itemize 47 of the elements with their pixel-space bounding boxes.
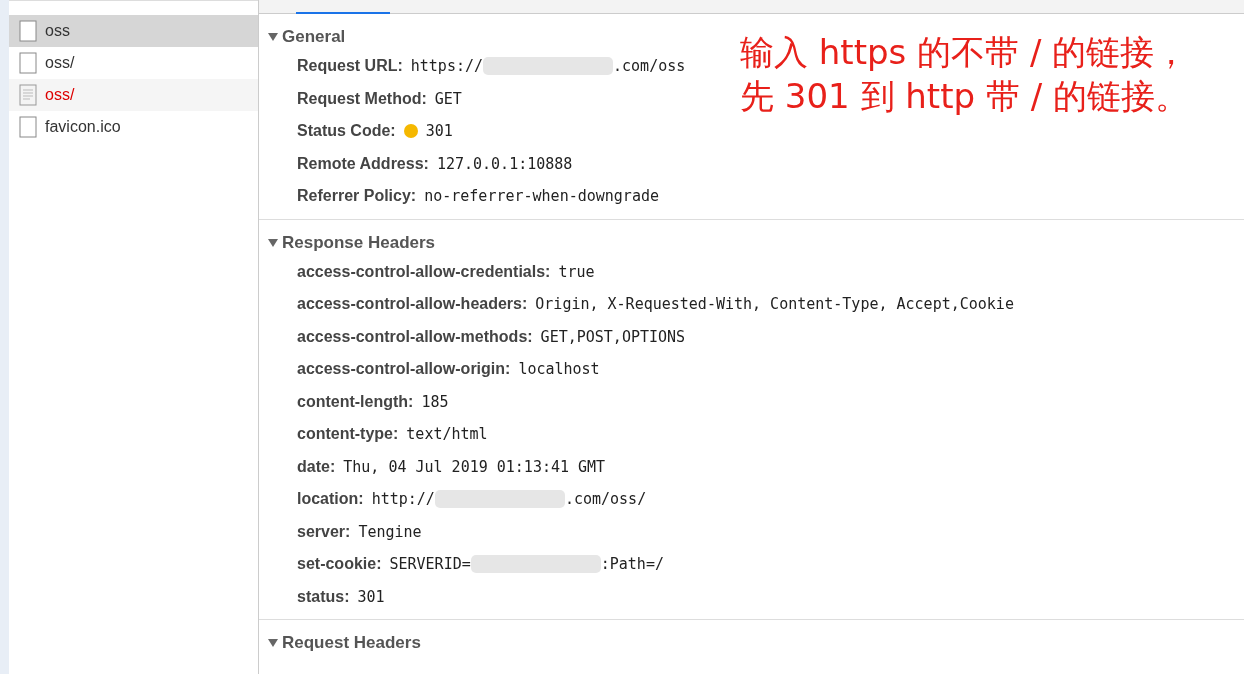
document-icon — [19, 84, 37, 106]
header-name: Remote Address: — [297, 154, 429, 173]
header-name: content-length: — [297, 392, 414, 411]
file-icon — [19, 116, 37, 138]
header-name: access-control-allow-methods: — [297, 327, 533, 346]
file-icon — [19, 52, 37, 74]
header-value: Thu, 04 Jul 2019 01:13:41 GMT — [343, 457, 606, 476]
header-name: access-control-allow-headers: — [297, 295, 528, 314]
header-name: date: — [297, 457, 336, 476]
header-value: Tengine — [358, 522, 422, 541]
header-value: no-referrer-when-downgrade — [424, 187, 659, 206]
header-value: GET — [434, 89, 462, 108]
header-name: Referrer Policy: — [297, 187, 417, 206]
header-value: GET,POST,OPTIONS — [540, 327, 686, 346]
header-value: 301 — [357, 587, 385, 606]
request-item[interactable]: oss — [9, 15, 258, 47]
annotation-text: 输入 https 的不带 / 的链接， — [740, 31, 1189, 74]
header-name: location: — [297, 490, 364, 509]
request-item[interactable]: favicon.ico — [9, 111, 258, 143]
header-name: access-control-allow-credentials: — [297, 262, 551, 281]
header-name: status: — [297, 587, 350, 606]
header-value: :Path=/ — [600, 555, 664, 574]
header-value: 185 — [421, 392, 449, 411]
header-name: server: — [297, 522, 351, 541]
section-header[interactable]: Request Headers — [259, 630, 1244, 656]
header-name: set-cookie: — [297, 555, 382, 574]
header-value: .com/oss/ — [564, 490, 647, 509]
header-value: .com/oss — [613, 57, 686, 76]
header-value: text/html — [406, 425, 488, 444]
header-value: 127.0.0.1:10888 — [436, 154, 573, 173]
header-name: Request URL: — [297, 57, 403, 76]
header-name: access-control-allow-origin: — [297, 360, 511, 379]
section-header[interactable]: Response Headers — [259, 229, 1244, 256]
header-value: SERVERID= — [389, 555, 471, 574]
header-value: true — [558, 262, 595, 281]
header-value: Origin, X-Requested-With, Content-Type, Accept,Cookie — [535, 295, 1014, 314]
request-item[interactable]: oss/ — [9, 47, 258, 79]
file-icon — [19, 20, 37, 42]
header-value: localhost — [518, 360, 600, 379]
header-value: 301 — [425, 122, 453, 141]
request-item[interactable]: oss/ — [9, 79, 258, 111]
header-name: content-type: — [297, 425, 399, 444]
header-value: https:// — [410, 57, 484, 76]
annotation-text: 先 301 到 http 带 / 的链接。 — [740, 75, 1189, 118]
header-name: Request Method: — [297, 89, 427, 108]
header-value: http:// — [371, 490, 435, 509]
header-name: Status Code: — [297, 122, 396, 141]
